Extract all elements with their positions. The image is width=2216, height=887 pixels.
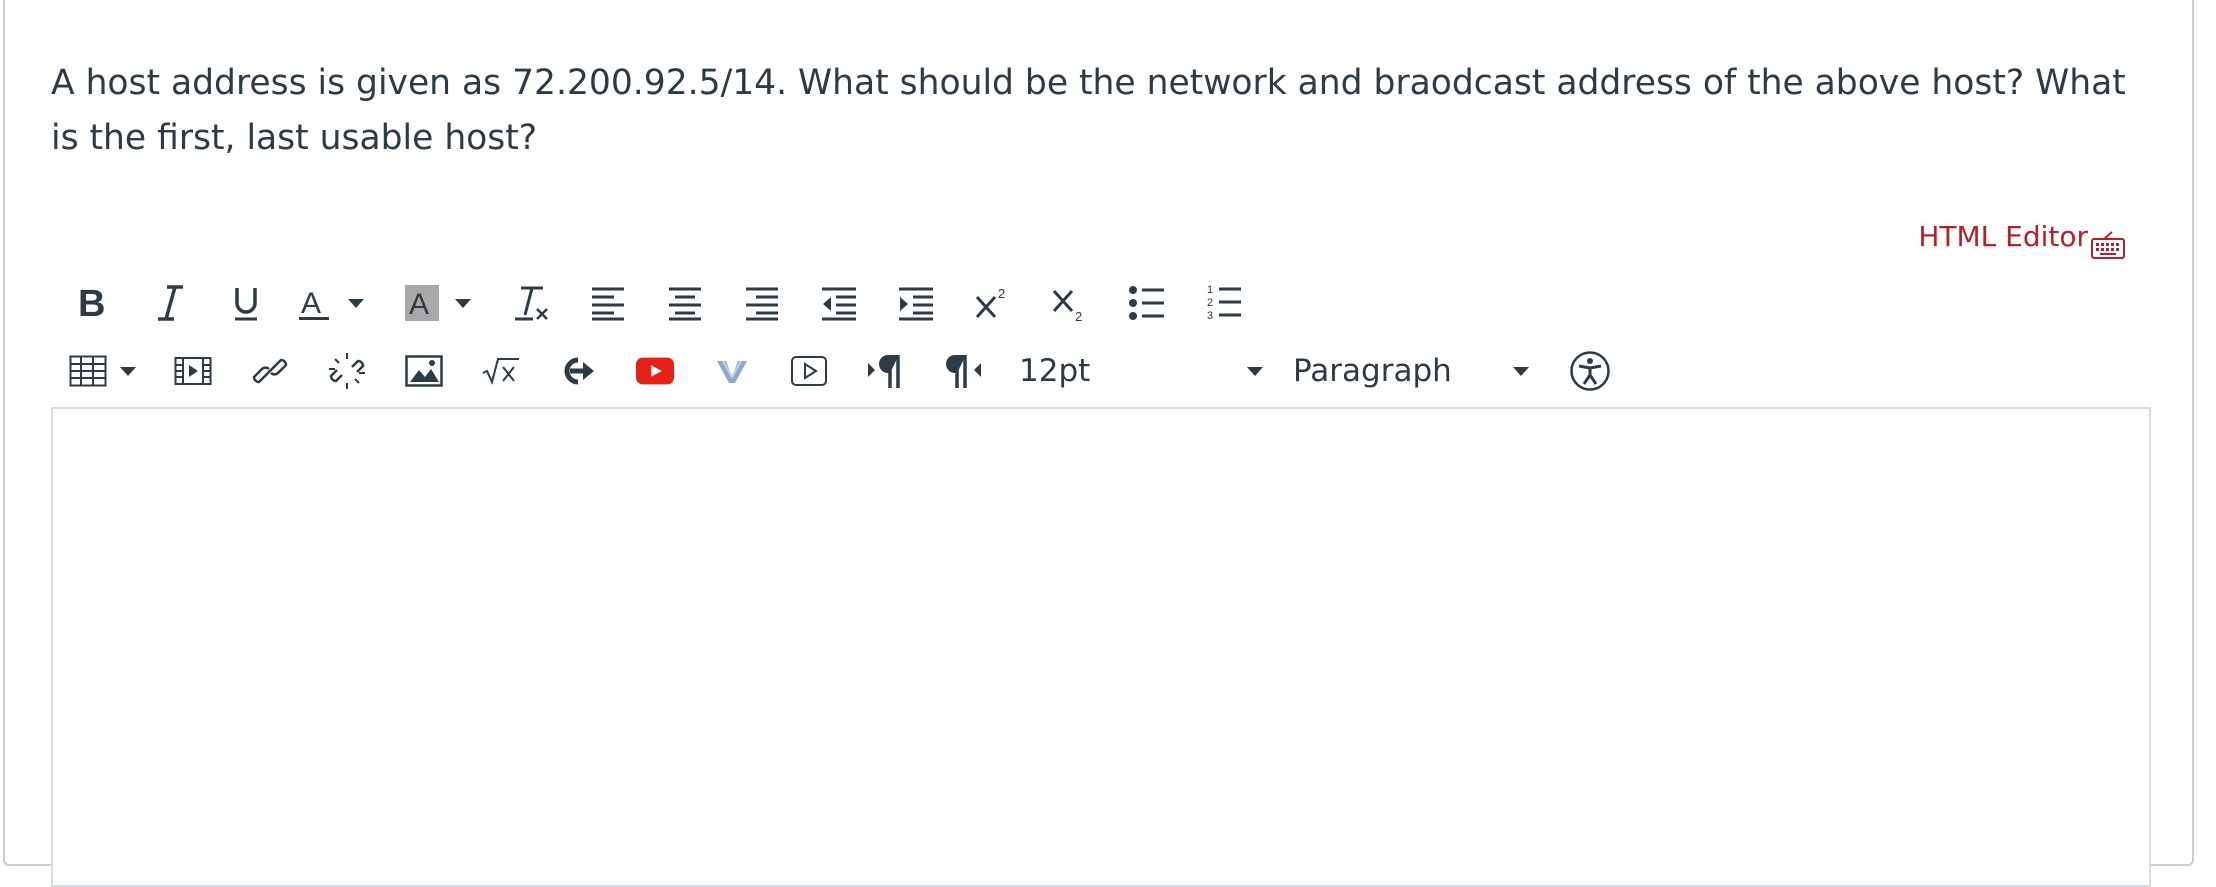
caret-down-icon: [455, 298, 471, 308]
youtube-button[interactable]: [635, 343, 675, 399]
youtube-icon: [635, 357, 675, 385]
record-media-button[interactable]: [173, 343, 213, 399]
lti-redirect-icon: [564, 357, 594, 385]
table-button[interactable]: [68, 343, 108, 399]
align-right-button[interactable]: [742, 275, 782, 331]
text-color-dropdown[interactable]: [346, 275, 366, 331]
table-dropdown[interactable]: [118, 343, 138, 399]
link-button[interactable]: [250, 343, 290, 399]
font-size-select[interactable]: 12pt: [1019, 343, 1279, 399]
align-left-button[interactable]: [588, 275, 628, 331]
svg-text:3: 3: [1207, 310, 1213, 322]
numbered-list-button[interactable]: 123: [1204, 275, 1244, 331]
clear-formatting-button[interactable]: [512, 275, 552, 331]
svg-text:A: A: [409, 288, 429, 321]
accessibility-checker-button[interactable]: [1568, 343, 1612, 399]
equation-button[interactable]: [481, 343, 521, 399]
italic-button[interactable]: [150, 275, 190, 331]
caret-down-icon: [1247, 367, 1263, 376]
svg-text:1: 1: [1207, 284, 1213, 296]
html-editor-link[interactable]: HTML Editor: [1918, 220, 2126, 260]
accessibility-icon: [1570, 351, 1610, 391]
align-right-icon: [746, 287, 778, 321]
link-icon: [252, 358, 288, 384]
text-color-icon: A: [299, 287, 329, 320]
subscript-icon: 2: [1052, 289, 1082, 323]
svg-text:B: B: [78, 283, 105, 323]
ltr-button[interactable]: [866, 343, 906, 399]
italic-icon: [158, 285, 183, 321]
align-center-button[interactable]: [665, 275, 705, 331]
caret-down-icon: [348, 298, 364, 308]
bold-button[interactable]: B: [68, 275, 112, 331]
media-player-icon: [791, 356, 827, 386]
underline-button[interactable]: [226, 275, 266, 331]
media-player-button[interactable]: [789, 343, 829, 399]
bold-icon: B: [78, 283, 105, 323]
background-color-dropdown[interactable]: [453, 275, 473, 331]
unlink-button[interactable]: [327, 343, 367, 399]
block-format-value: Paragraph: [1293, 353, 1452, 389]
unlink-icon: [329, 353, 365, 389]
indent-icon: [899, 287, 933, 321]
background-color-button[interactable]: A: [402, 275, 442, 331]
align-left-icon: [592, 287, 624, 321]
image-button[interactable]: [404, 343, 444, 399]
svg-text:A: A: [301, 287, 321, 320]
numbered-list-icon: 123: [1207, 284, 1241, 322]
media-icon: [174, 357, 212, 385]
bullet-list-button[interactable]: [1127, 275, 1167, 331]
subscript-button[interactable]: 2: [1050, 275, 1090, 331]
outdent-icon: [822, 287, 856, 321]
equation-icon: [482, 358, 519, 385]
block-format-select[interactable]: Paragraph: [1293, 343, 1553, 399]
indent-button[interactable]: [896, 275, 936, 331]
text-color-button[interactable]: A: [295, 275, 335, 331]
html-editor-label: HTML Editor: [1918, 220, 2088, 253]
svg-text:2: 2: [1207, 297, 1213, 309]
image-icon: [405, 355, 443, 387]
question-text: A host address is given as 72.200.92.5/1…: [51, 63, 2126, 158]
rich-text-editor-area[interactable]: [51, 407, 2151, 887]
caret-down-icon: [1513, 367, 1529, 376]
table-icon: [69, 355, 107, 387]
clear-formatting-icon: [515, 286, 548, 321]
svg-text:2: 2: [1075, 309, 1082, 323]
superscript-icon: 2: [975, 286, 1005, 319]
svg-text:2: 2: [998, 286, 1005, 301]
font-size-value: 12pt: [1019, 353, 1091, 389]
vimeo-icon: [717, 360, 747, 383]
superscript-button[interactable]: 2: [973, 275, 1013, 331]
background-color-icon: A: [405, 285, 439, 321]
caret-down-icon: [120, 366, 136, 376]
vimeo-button[interactable]: [712, 343, 752, 399]
rtl-button[interactable]: [943, 343, 983, 399]
rtl-icon: [946, 355, 981, 388]
apps-button[interactable]: [558, 343, 598, 399]
ltr-icon: [868, 355, 900, 388]
align-center-icon: [669, 287, 701, 321]
bullet-list-icon: [1129, 286, 1164, 320]
underline-icon: [235, 288, 257, 321]
keyboard-icon: [2091, 231, 2125, 259]
outdent-button[interactable]: [819, 275, 859, 331]
